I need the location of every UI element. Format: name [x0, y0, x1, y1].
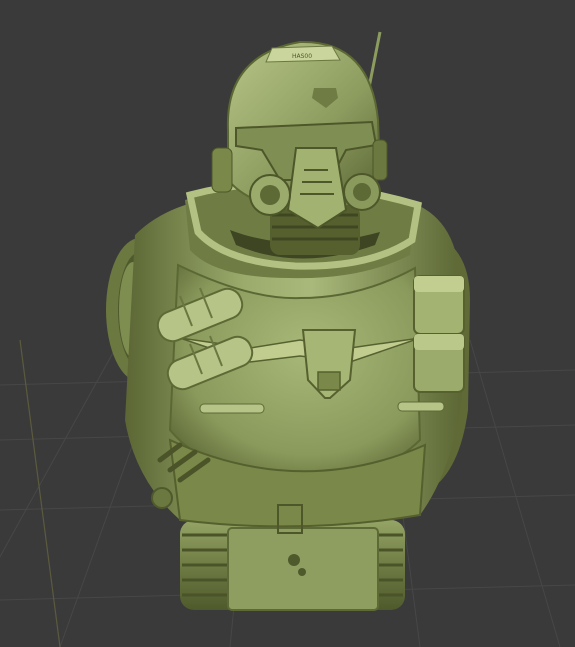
- pouch-icon: [413, 275, 465, 393]
- viewport-canvas: HAS00: [0, 31, 575, 647]
- 3d-viewport[interactable]: HAS00: [0, 0, 575, 647]
- grid-axis-line: [19, 339, 61, 647]
- helmet-marking: HAS00: [292, 53, 312, 60]
